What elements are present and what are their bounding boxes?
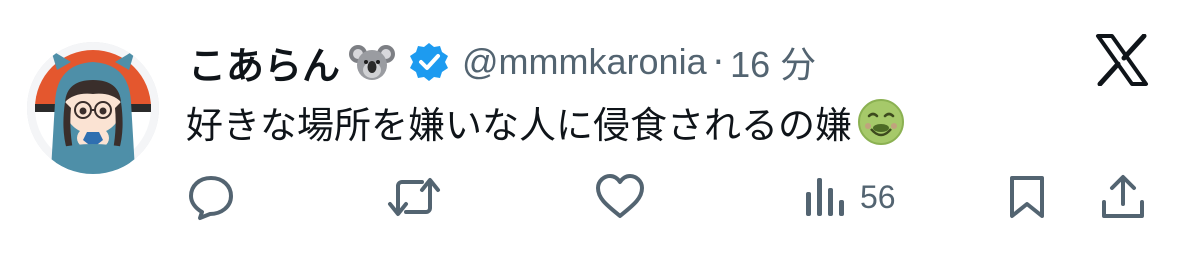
views-icon: [802, 172, 846, 222]
views-count: 56: [860, 178, 896, 215]
tweet-text: 好きな場所を嫌いな人に侵食されるの嫌: [186, 92, 906, 152]
share-icon: [1098, 172, 1148, 222]
reply-icon: [186, 172, 236, 222]
tweet-time[interactable]: 16 分: [730, 36, 816, 88]
reply-button[interactable]: [186, 170, 236, 224]
verified-badge-icon: [408, 41, 450, 83]
display-name[interactable]: こあらん: [188, 35, 340, 90]
retweet-button[interactable]: [386, 170, 442, 224]
heart-icon: [594, 172, 646, 222]
separator-dot: ·: [712, 41, 725, 83]
share-button[interactable]: [1098, 170, 1148, 224]
koala-emoji-icon: [348, 38, 396, 86]
tweet-actions: 56: [0, 170, 1179, 224]
retweet-icon: [386, 172, 442, 222]
tweet-text-body: 好きな場所を嫌いな人に侵食されるの嫌: [186, 104, 852, 147]
avatar[interactable]: [27, 42, 159, 174]
like-button[interactable]: [594, 170, 646, 224]
tweet-header: こあらん @mmmkaronia · 16 分: [188, 34, 816, 90]
bookmark-button[interactable]: [1006, 170, 1048, 224]
user-handle[interactable]: @mmmkaronia: [462, 41, 707, 83]
avatar-image: [27, 42, 159, 174]
x-logo-icon[interactable]: [1094, 33, 1150, 87]
nauseated-face-emoji-icon: [856, 97, 906, 147]
bookmark-icon: [1006, 172, 1048, 222]
views-button[interactable]: 56: [802, 170, 896, 224]
